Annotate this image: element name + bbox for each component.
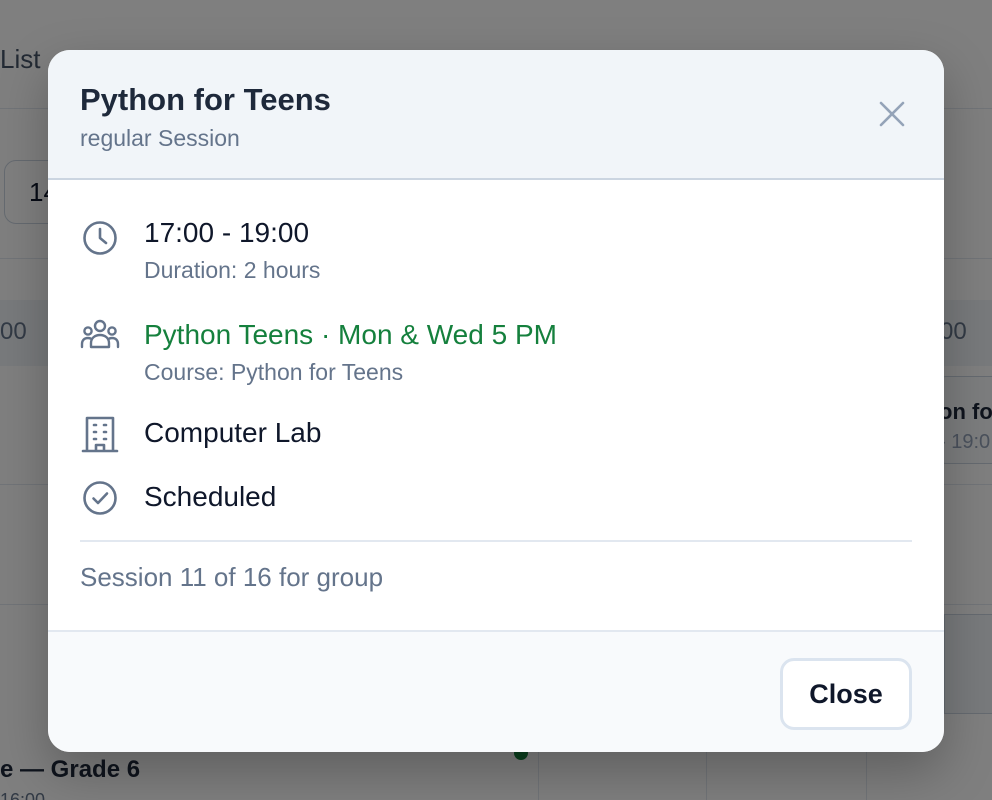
building-icon [80,414,120,454]
modal-title: Python for Teens [80,82,331,117]
course-name: Course: Python for Teens [144,359,404,385]
session-count: Session 11 of 16 for group [80,562,384,592]
session-status: Scheduled [144,481,277,512]
session-details-modal: Python for Teens regular Session 17:00 -… [48,50,944,752]
group-link[interactable]: Python Teens · Mon & Wed 5 PM [144,319,557,351]
check-circle-icon [80,478,120,518]
session-time-range: 17:00 - 19:00 [144,217,310,248]
modal-subtitle: regular Session [80,125,240,151]
close-icon[interactable] [874,96,910,132]
clock-icon [80,218,120,258]
users-group-icon [80,316,120,356]
room-name: Computer Lab [144,417,322,448]
session-duration: Duration: 2 hours [144,257,321,283]
modal-header: Python for Teens regular Session [48,50,944,180]
divider [80,540,912,542]
modal-footer: Close [48,630,944,752]
close-button[interactable]: Close [780,658,912,730]
